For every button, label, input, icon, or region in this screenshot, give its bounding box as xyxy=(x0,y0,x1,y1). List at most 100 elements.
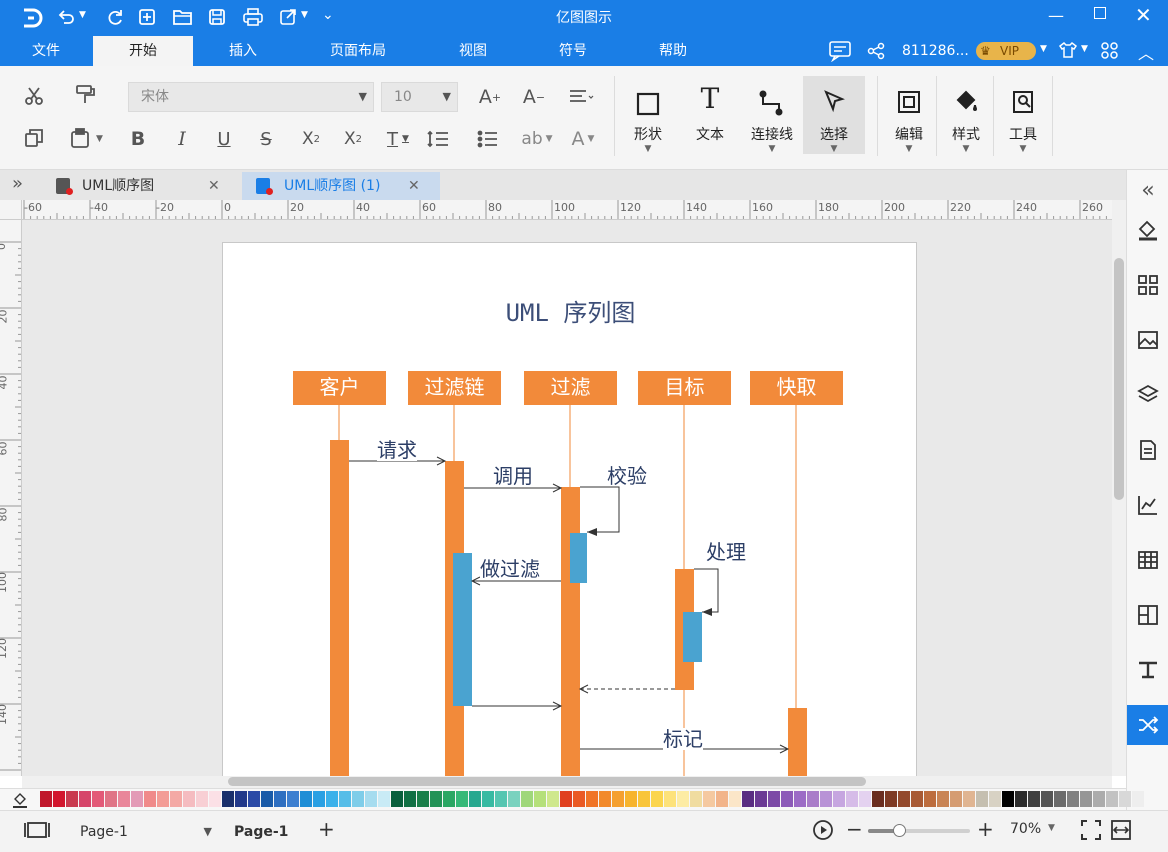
color-swatch[interactable] xyxy=(508,791,520,807)
color-swatch[interactable] xyxy=(963,791,975,807)
color-swatch[interactable] xyxy=(807,791,819,807)
zoom-level[interactable]: 70% xyxy=(1010,821,1041,837)
color-swatch[interactable] xyxy=(1028,791,1040,807)
shuffle-icon[interactable] xyxy=(1127,705,1168,745)
app-logo-icon[interactable] xyxy=(20,6,44,30)
color-swatch[interactable] xyxy=(430,791,442,807)
share-icon[interactable] xyxy=(866,42,886,64)
italic-icon[interactable]: I xyxy=(170,126,194,152)
color-swatch[interactable] xyxy=(378,791,390,807)
skin-dropdown-icon[interactable]: ▼ xyxy=(1081,44,1088,54)
color-swatch[interactable] xyxy=(638,791,650,807)
color-swatch[interactable] xyxy=(690,791,702,807)
horizontal-scrollbar[interactable] xyxy=(22,776,1112,788)
font-effect-icon[interactable]: A ▼ xyxy=(564,126,602,152)
vip-dropdown-icon[interactable]: ▼ xyxy=(1040,44,1047,54)
play-icon[interactable] xyxy=(812,819,834,845)
page-tab[interactable]: Page-1 xyxy=(234,819,288,845)
user-id[interactable]: 811286... xyxy=(902,36,969,66)
color-swatch[interactable] xyxy=(534,791,546,807)
color-swatch[interactable] xyxy=(976,791,988,807)
fit-width-icon[interactable] xyxy=(1110,819,1132,845)
format-painter-icon[interactable] xyxy=(70,80,100,108)
edit-button[interactable]: 编辑 ▼ xyxy=(878,76,940,154)
color-swatch[interactable] xyxy=(66,791,78,807)
export-icon[interactable] xyxy=(278,7,298,31)
color-swatch[interactable] xyxy=(274,791,286,807)
undo-icon[interactable] xyxy=(56,7,76,31)
color-swatch[interactable] xyxy=(40,791,52,807)
select-button[interactable]: 选择 ▼ xyxy=(803,76,865,154)
undo-dropdown-icon[interactable]: ▼ xyxy=(79,10,86,20)
doc-tab[interactable]: UML顺序图 ✕ xyxy=(44,172,240,200)
diagram-page[interactable]: UML 序列图 客户 过滤链 过滤 目标 快取 请求 调用 校验 做过滤 处理 … xyxy=(222,242,917,776)
color-swatch[interactable] xyxy=(339,791,351,807)
color-swatch[interactable] xyxy=(872,791,884,807)
open-folder-icon[interactable] xyxy=(172,7,194,31)
font-family-select[interactable]: 宋体 ▼ xyxy=(128,82,374,112)
color-swatch[interactable] xyxy=(417,791,429,807)
color-swatch[interactable] xyxy=(1093,791,1105,807)
format-icon[interactable] xyxy=(1127,650,1168,690)
redo-icon[interactable] xyxy=(105,7,125,31)
close-tab-icon[interactable]: ✕ xyxy=(208,172,220,200)
color-swatch[interactable] xyxy=(820,791,832,807)
decrease-font-icon[interactable]: A − xyxy=(520,84,548,110)
collapse-ribbon-icon[interactable]: ︿ xyxy=(1138,40,1154,64)
message-invoke[interactable]: 调用 xyxy=(493,465,533,487)
color-swatch[interactable] xyxy=(586,791,598,807)
text-color-icon[interactable]: T ▼ xyxy=(380,126,416,152)
color-swatch[interactable] xyxy=(222,791,234,807)
connector-button[interactable]: 连接线 ▼ xyxy=(741,76,803,154)
color-swatch[interactable] xyxy=(248,791,260,807)
font-size-select[interactable]: 10 ▼ xyxy=(381,82,458,112)
skin-shirt-icon[interactable] xyxy=(1058,40,1078,64)
page-view-icon[interactable] xyxy=(24,821,50,843)
color-swatch[interactable] xyxy=(157,791,169,807)
menu-home[interactable]: 开始 xyxy=(93,36,193,66)
color-swatch[interactable] xyxy=(885,791,897,807)
color-swatch[interactable] xyxy=(365,791,377,807)
color-swatch[interactable] xyxy=(781,791,793,807)
minimize-icon[interactable]: — xyxy=(1048,6,1064,25)
bold-icon[interactable]: B xyxy=(126,126,150,152)
color-swatch[interactable] xyxy=(521,791,533,807)
comment-icon[interactable] xyxy=(828,40,852,66)
color-swatch[interactable] xyxy=(456,791,468,807)
color-swatch[interactable] xyxy=(1002,791,1014,807)
color-swatch[interactable] xyxy=(950,791,962,807)
color-swatch[interactable] xyxy=(469,791,481,807)
color-swatch[interactable] xyxy=(716,791,728,807)
color-swatch[interactable] xyxy=(53,791,65,807)
lifeline-target[interactable]: 目标 xyxy=(638,371,731,405)
color-swatch[interactable] xyxy=(1067,791,1079,807)
color-swatch[interactable] xyxy=(1015,791,1027,807)
color-swatch[interactable] xyxy=(482,791,494,807)
paste-icon[interactable] xyxy=(66,124,94,152)
page-select[interactable]: Page-1 ▼ xyxy=(66,819,214,845)
superscript-icon[interactable]: X2 xyxy=(298,126,324,152)
close-tab-icon[interactable]: ✕ xyxy=(408,172,420,200)
menu-help[interactable]: 帮助 xyxy=(640,36,706,66)
layers-icon[interactable] xyxy=(1127,375,1168,415)
color-swatch[interactable] xyxy=(651,791,663,807)
color-swatch[interactable] xyxy=(924,791,936,807)
fill-icon[interactable] xyxy=(1127,210,1168,250)
color-swatch[interactable] xyxy=(404,791,416,807)
color-swatch[interactable] xyxy=(625,791,637,807)
color-swatch[interactable] xyxy=(703,791,715,807)
shapes-library-icon[interactable] xyxy=(1127,265,1168,305)
close-icon[interactable]: ✕ xyxy=(1135,3,1152,27)
color-swatch[interactable] xyxy=(989,791,1001,807)
color-swatch[interactable] xyxy=(898,791,910,807)
color-swatch[interactable] xyxy=(261,791,273,807)
color-swatch[interactable] xyxy=(131,791,143,807)
shape-button[interactable]: 形状 ▼ xyxy=(617,76,679,154)
cut-icon[interactable] xyxy=(20,82,48,110)
color-swatch[interactable] xyxy=(859,791,871,807)
message-mark[interactable]: 标记 xyxy=(663,728,703,750)
color-swatch[interactable] xyxy=(209,791,221,807)
color-swatch[interactable] xyxy=(1041,791,1053,807)
color-swatch[interactable] xyxy=(1054,791,1066,807)
page-properties-icon[interactable] xyxy=(1127,430,1168,470)
